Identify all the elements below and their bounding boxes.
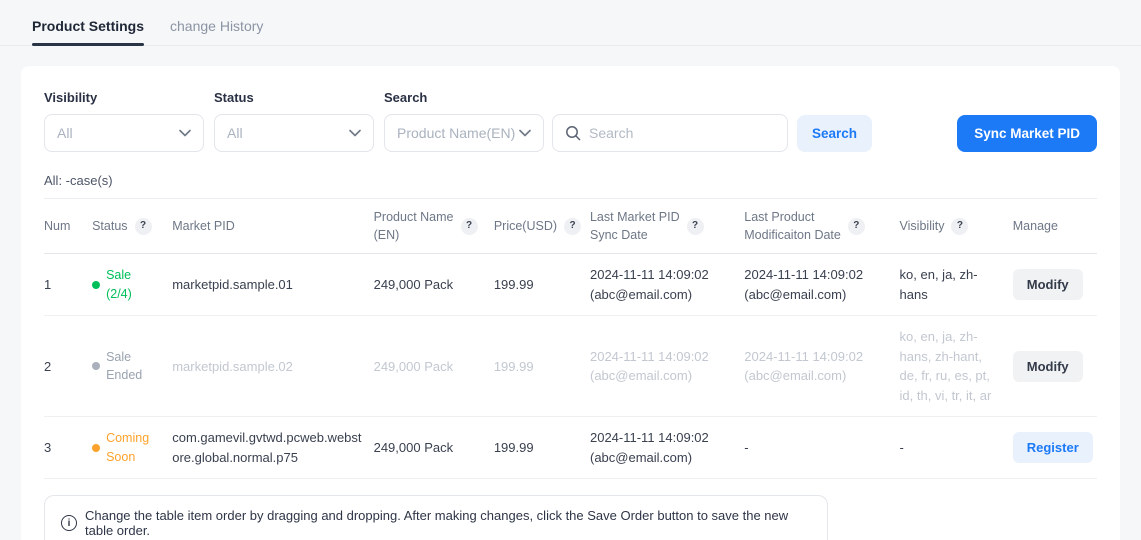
cell-num: 3 [44, 417, 92, 479]
cell-last-sync: 2024-11-11 14:09:02 (abc@email.com) [590, 316, 744, 417]
sync-market-pid-button[interactable]: Sync Market PID [957, 115, 1097, 152]
drag-drop-info-text: Change the table item order by dragging … [85, 508, 811, 538]
help-icon[interactable]: ? [564, 218, 581, 235]
chevron-down-icon [349, 129, 361, 137]
cell-price: 199.99 [494, 417, 590, 479]
header-last-sync-date: Last Market PIDSync Date ? [590, 199, 744, 254]
cell-price: 199.99 [494, 316, 590, 417]
search-icon [565, 125, 581, 141]
cell-last-modified: 2024-11-11 14:09:02 (abc@email.com) [744, 254, 899, 316]
info-icon: i [61, 515, 77, 531]
header-price: Price(USD) ? [494, 199, 590, 254]
status-filter-value: All [227, 125, 243, 141]
header-manage: Manage [1013, 199, 1097, 254]
table-header-row: Num Status ? Market PID Product Name(EN)… [44, 199, 1097, 254]
header-product-name: Product Name(EN) ? [374, 199, 494, 254]
product-table: Num Status ? Market PID Product Name(EN)… [44, 198, 1097, 479]
cell-visibility: ko, en, ja, zh-hans, zh-hant, de, fr, ru… [900, 316, 1013, 417]
cell-status: Sale(2/4) [92, 254, 172, 316]
search-input[interactable] [589, 125, 775, 141]
cell-visibility: ko, en, ja, zh-hans [900, 254, 1013, 316]
chevron-down-icon [519, 129, 531, 137]
filter-bar: Visibility All Status All Search Product… [44, 90, 1097, 152]
case-count-summary: All: -case(s) [44, 173, 1097, 188]
status-dot-icon [92, 362, 100, 370]
search-input-wrap [552, 114, 788, 152]
visibility-filter-group: Visibility All [44, 90, 204, 152]
tab-change-history[interactable]: change History [170, 18, 263, 45]
status-filter-label: Status [214, 90, 374, 105]
cell-last-sync: 2024-11-11 14:09:02 (abc@email.com) [590, 417, 744, 479]
cell-manage: Modify [1013, 254, 1097, 316]
register-button[interactable]: Register [1013, 432, 1093, 463]
cell-status: Sale Ended [92, 316, 172, 417]
tab-bar: Product Settings change History [0, 0, 1141, 46]
modify-button[interactable]: Modify [1013, 351, 1083, 382]
help-icon[interactable]: ? [951, 218, 968, 235]
cell-last-modified: - [744, 417, 899, 479]
cell-market-pid: marketpid.sample.01 [172, 254, 373, 316]
header-visibility: Visibility ? [900, 199, 1013, 254]
chevron-down-icon [179, 129, 191, 137]
search-filter-group: Search Product Name(EN) Search [384, 90, 872, 152]
help-icon[interactable]: ? [848, 218, 865, 235]
table-row[interactable]: 2 Sale Ended marketpid.sample.02 249,000… [44, 316, 1097, 417]
search-type-select[interactable]: Product Name(EN) [384, 114, 544, 152]
visibility-filter-select[interactable]: All [44, 114, 204, 152]
cell-product-name: 249,000 Pack [374, 417, 494, 479]
modify-button[interactable]: Modify [1013, 269, 1083, 300]
product-settings-panel: Visibility All Status All Search Product… [21, 66, 1120, 540]
status-dot-icon [92, 444, 100, 452]
search-filter-label: Search [384, 90, 872, 105]
help-icon[interactable]: ? [135, 218, 152, 235]
table-row[interactable]: 3 ComingSoon com.gamevil.gvtwd.pcweb.web… [44, 417, 1097, 479]
header-status: Status ? [92, 199, 172, 254]
cell-product-name: 249,000 Pack [374, 254, 494, 316]
header-last-modification-date: Last ProductModificaiton Date ? [744, 199, 899, 254]
cell-manage: Register [1013, 417, 1097, 479]
header-num: Num [44, 199, 92, 254]
cell-last-sync: 2024-11-11 14:09:02 (abc@email.com) [590, 254, 744, 316]
header-market-pid: Market PID [172, 199, 373, 254]
drag-drop-info-box: i Change the table item order by draggin… [44, 495, 828, 540]
cell-product-name: 249,000 Pack [374, 316, 494, 417]
help-icon[interactable]: ? [461, 218, 478, 235]
cell-num: 2 [44, 316, 92, 417]
visibility-filter-label: Visibility [44, 90, 204, 105]
cell-manage: Modify [1013, 316, 1097, 417]
search-type-value: Product Name(EN) [397, 125, 515, 141]
visibility-filter-value: All [57, 125, 73, 141]
table-row[interactable]: 1 Sale(2/4) marketpid.sample.01 249,000 … [44, 254, 1097, 316]
tab-product-settings[interactable]: Product Settings [32, 18, 144, 45]
cell-visibility: - [900, 417, 1013, 479]
cell-num: 1 [44, 254, 92, 316]
status-filter-select[interactable]: All [214, 114, 374, 152]
search-button[interactable]: Search [797, 115, 872, 152]
cell-last-modified: 2024-11-11 14:09:02 (abc@email.com) [744, 316, 899, 417]
cell-status: ComingSoon [92, 417, 172, 479]
cell-price: 199.99 [494, 254, 590, 316]
help-icon[interactable]: ? [687, 218, 704, 235]
status-filter-group: Status All [214, 90, 374, 152]
cell-market-pid: com.gamevil.gvtwd.pcweb.webstore.global.… [172, 417, 373, 479]
cell-market-pid: marketpid.sample.02 [172, 316, 373, 417]
status-dot-icon [92, 281, 100, 289]
